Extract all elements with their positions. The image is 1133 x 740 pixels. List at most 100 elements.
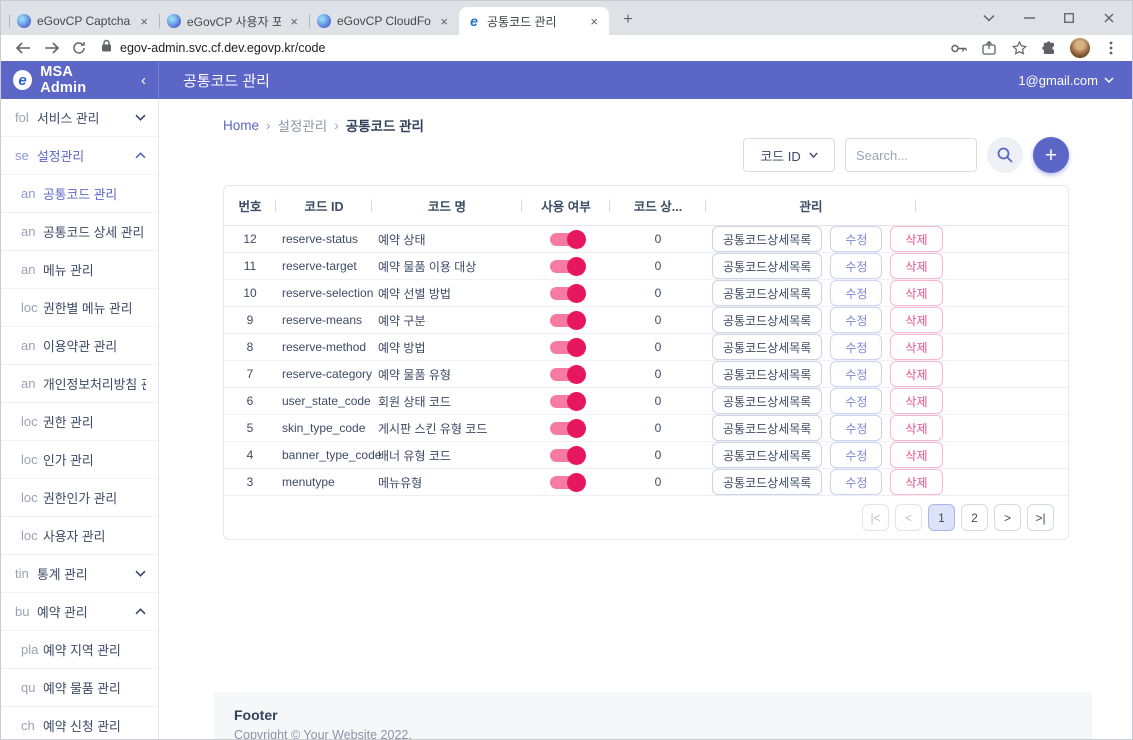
tab-title: eGovCP CloudFoundry [337, 14, 431, 28]
extensions-puzzle-icon[interactable] [1040, 39, 1058, 57]
sidebar-item[interactable]: an 공통코드 관리 [1, 175, 158, 213]
omnibox[interactable]: egov-admin.svc.cf.dev.egovp.kr/code [95, 37, 946, 59]
page-button[interactable]: |< [862, 504, 889, 531]
code-detail-list-button[interactable]: 공통코드상세목록 [712, 361, 822, 387]
delete-button[interactable]: 삭제 [890, 307, 942, 333]
delete-button[interactable]: 삭제 [890, 361, 942, 387]
use-toggle-switch[interactable] [550, 449, 583, 462]
use-toggle-switch[interactable] [550, 233, 583, 246]
nav-item-label: 예약 물품 관리 [43, 678, 121, 697]
sidebar-item[interactable]: ch 예약 신청 관리 [1, 707, 158, 740]
user-email: 1@gmail.com [1018, 73, 1098, 88]
filter-dropdown[interactable]: 코드 ID [743, 138, 835, 172]
delete-button[interactable]: 삭제 [890, 226, 942, 252]
new-tab-button[interactable]: + [615, 7, 641, 33]
sidebar-item[interactable]: pla 예약 지역 관리 [1, 631, 158, 669]
close-icon[interactable] [1096, 6, 1122, 30]
nav-item-label: 메뉴 관리 [43, 260, 94, 279]
code-detail-list-button[interactable]: 공통코드상세목록 [712, 307, 822, 333]
sidebar-item[interactable]: loc 권한인가 관리 [1, 479, 158, 517]
sidebar-item[interactable]: an 이용약관 관리 [1, 327, 158, 365]
edit-button[interactable]: 수정 [830, 415, 882, 441]
search-input[interactable] [845, 138, 977, 172]
sidebar-item[interactable]: bu 예약 관리 [1, 593, 158, 631]
browser-tab[interactable]: e 공통코드 관리 × [459, 7, 609, 35]
page-button[interactable]: 1 [928, 504, 955, 531]
key-icon[interactable] [950, 39, 968, 57]
maximize-icon[interactable] [1056, 6, 1082, 30]
sidebar-item[interactable]: loc 사용자 관리 [1, 517, 158, 555]
sidebar-item[interactable]: loc 인가 관리 [1, 441, 158, 479]
sidebar-collapse-icon[interactable]: ‹ [141, 72, 146, 89]
code-detail-list-button[interactable]: 공통코드상세목록 [712, 280, 822, 306]
back-icon[interactable] [11, 37, 35, 59]
sidebar-item[interactable]: an 개인정보처리방침 관 [1, 365, 158, 403]
edit-button[interactable]: 수정 [830, 334, 882, 360]
add-code-button[interactable]: + [1033, 137, 1069, 173]
refresh-icon[interactable] [67, 37, 91, 59]
code-detail-list-button[interactable]: 공통코드상세목록 [712, 442, 822, 468]
sidebar-item[interactable]: loc 권한별 메뉴 관리 [1, 289, 158, 327]
use-toggle-switch[interactable] [550, 422, 583, 435]
code-detail-list-button[interactable]: 공통코드상세목록 [712, 388, 822, 414]
delete-button[interactable]: 삭제 [890, 253, 942, 279]
page-button[interactable]: 2 [961, 504, 988, 531]
profile-avatar[interactable] [1070, 38, 1090, 58]
use-toggle-switch[interactable] [550, 287, 583, 300]
page-button[interactable]: < [895, 504, 922, 531]
forward-icon[interactable] [39, 37, 63, 59]
use-toggle-switch[interactable] [550, 368, 583, 381]
share-icon[interactable] [980, 39, 998, 57]
edit-button[interactable]: 수정 [830, 307, 882, 333]
sidebar-item[interactable]: qu 예약 물품 관리 [1, 669, 158, 707]
tab-close-icon[interactable]: × [587, 14, 601, 29]
edit-button[interactable]: 수정 [830, 388, 882, 414]
breadcrumb-level1[interactable]: 설정관리 [278, 115, 328, 135]
delete-button[interactable]: 삭제 [890, 334, 942, 360]
edit-button[interactable]: 수정 [830, 361, 882, 387]
delete-button[interactable]: 삭제 [890, 280, 942, 306]
user-menu[interactable]: 1@gmail.com [1018, 73, 1132, 88]
delete-button[interactable]: 삭제 [890, 415, 942, 441]
browser-tab[interactable]: eGovCP CloudFoundry × [309, 7, 459, 35]
bookmark-star-icon[interactable] [1010, 39, 1028, 57]
sidebar-item[interactable]: se 설정관리 [1, 137, 158, 175]
page-button[interactable]: >| [1027, 504, 1054, 531]
code-detail-list-button[interactable]: 공통코드상세목록 [712, 226, 822, 252]
tab-search-chevron-icon[interactable] [976, 6, 1002, 30]
page-button[interactable]: > [994, 504, 1021, 531]
code-detail-list-button[interactable]: 공통코드상세목록 [712, 469, 822, 495]
delete-button[interactable]: 삭제 [890, 469, 942, 495]
delete-button[interactable]: 삭제 [890, 388, 942, 414]
code-detail-list-button[interactable]: 공통코드상세목록 [712, 334, 822, 360]
sidebar-item[interactable]: fol 서비스 관리 [1, 99, 158, 137]
sidebar-item[interactable]: an 메뉴 관리 [1, 251, 158, 289]
delete-button[interactable]: 삭제 [890, 442, 942, 468]
sidebar-item[interactable]: an 공통코드 상세 관리 [1, 213, 158, 251]
edit-button[interactable]: 수정 [830, 442, 882, 468]
tab-close-icon[interactable]: × [287, 14, 301, 29]
tab-close-icon[interactable]: × [437, 14, 451, 29]
tab-close-icon[interactable]: × [137, 14, 151, 29]
breadcrumb-home[interactable]: Home [223, 118, 259, 133]
kebab-menu-icon[interactable] [1102, 39, 1120, 57]
use-toggle-switch[interactable] [550, 341, 583, 354]
use-toggle-switch[interactable] [550, 260, 583, 273]
edit-button[interactable]: 수정 [830, 469, 882, 495]
use-toggle-switch[interactable] [550, 476, 583, 489]
nav-item-icon: loc [21, 452, 43, 467]
use-toggle-switch[interactable] [550, 314, 583, 327]
code-detail-list-button[interactable]: 공통코드상세목록 [712, 253, 822, 279]
use-toggle-switch[interactable] [550, 395, 583, 408]
edit-button[interactable]: 수정 [830, 253, 882, 279]
code-detail-list-button[interactable]: 공통코드상세목록 [712, 415, 822, 441]
nav-item-icon: qu [21, 680, 43, 695]
sidebar-item[interactable]: tin 통계 관리 [1, 555, 158, 593]
sidebar-item[interactable]: loc 권한 관리 [1, 403, 158, 441]
browser-tab[interactable]: eGovCP Captcha × [9, 7, 159, 35]
edit-button[interactable]: 수정 [830, 226, 882, 252]
browser-tab[interactable]: eGovCP 사용자 포털 × [159, 7, 309, 35]
search-button[interactable] [987, 137, 1023, 173]
edit-button[interactable]: 수정 [830, 280, 882, 306]
minimize-icon[interactable] [1016, 6, 1042, 30]
